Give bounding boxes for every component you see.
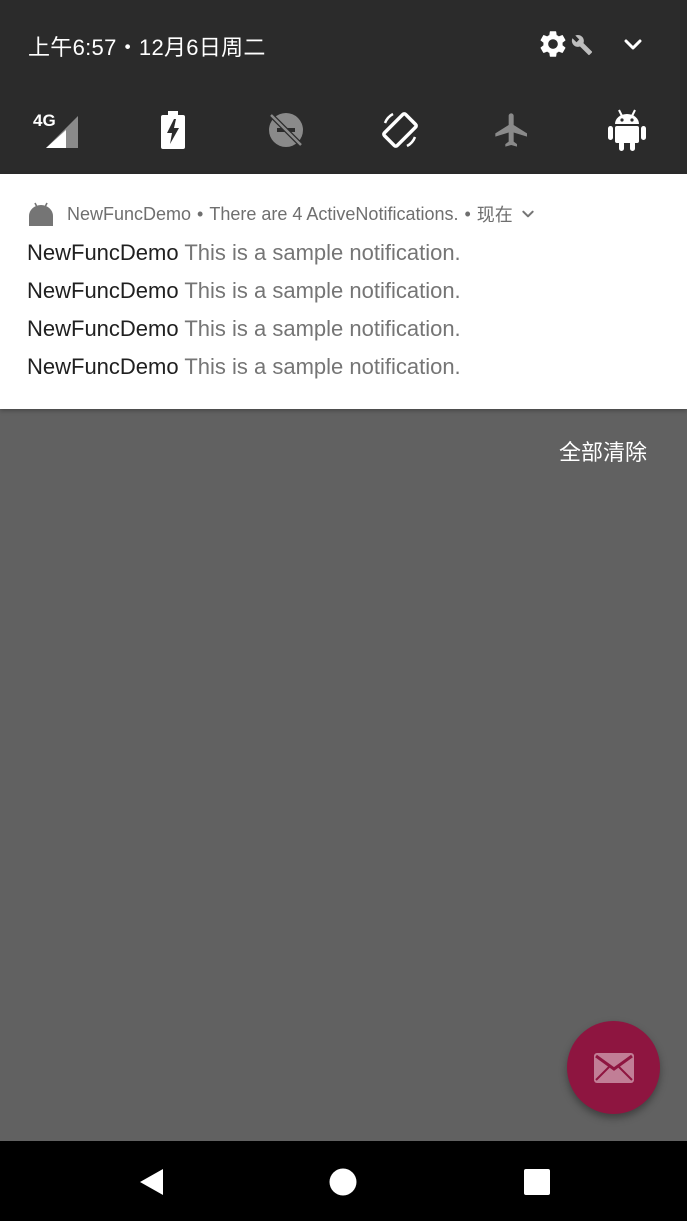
notification-line-title: NewFuncDemo [27, 354, 179, 379]
header-separator: • [464, 203, 471, 224]
settings-button[interactable] [537, 28, 593, 60]
home-circle-icon [329, 1168, 357, 1196]
tile-battery-saver[interactable] [147, 104, 199, 156]
notification-app-name: NewFuncDemo [67, 203, 192, 224]
date-time-text: 上午6:57・12月6日周二 [28, 35, 266, 60]
notification-line-text: This is a sample notification. [184, 316, 461, 341]
qs-header-icons [537, 28, 645, 60]
quick-settings-tiles: 4G [0, 104, 687, 156]
notification-line: NewFuncDemo This is a sample notificatio… [27, 314, 461, 352]
notification-line: NewFuncDemo This is a sample notificatio… [27, 238, 461, 276]
tile-auto-rotate[interactable] [374, 104, 426, 156]
home-button[interactable] [326, 1165, 360, 1199]
notification-line-text: This is a sample notification. [184, 240, 461, 265]
back-triangle-icon [140, 1169, 163, 1195]
notification-line-title: NewFuncDemo [27, 278, 179, 303]
tile-android[interactable] [601, 104, 653, 156]
notification-line-text: This is a sample notification. [184, 354, 461, 379]
tile-airplane-mode[interactable] [486, 104, 538, 156]
notification-line-title: NewFuncDemo [27, 316, 179, 341]
clear-all-button[interactable]: 全部清除 [559, 435, 647, 467]
notification-header: NewFuncDemo • There are 4 ActiveNotifica… [28, 201, 535, 227]
notification-summary: There are 4 ActiveNotifications. [209, 203, 459, 224]
notification-time: 现在 [476, 205, 513, 225]
tile-do-not-disturb[interactable] [260, 104, 312, 156]
recents-square-icon [524, 1169, 550, 1195]
notification-line: NewFuncDemo This is a sample notificatio… [27, 276, 461, 314]
notification-lines: NewFuncDemo This is a sample notificatio… [27, 238, 461, 390]
airplane-icon [495, 113, 527, 147]
notification-line-text: This is a sample notification. [184, 278, 461, 303]
navigation-bar [0, 1141, 687, 1221]
tile-mobile-data[interactable]: 4G [32, 104, 84, 156]
wrench-icon [571, 35, 593, 56]
header-separator: • [197, 203, 204, 224]
gear-icon [540, 31, 566, 57]
signal-4g-icon: 4G [33, 111, 78, 148]
notification-card[interactable]: NewFuncDemo • There are 4 ActiveNotifica… [0, 174, 687, 409]
expand-chevron-icon[interactable] [521, 207, 535, 221]
android-icon [608, 109, 646, 151]
notification-line-title: NewFuncDemo [27, 240, 179, 265]
dnd-off-icon [269, 113, 303, 147]
app-android-icon [29, 202, 53, 226]
mobile-data-label: 4G [33, 111, 56, 130]
quick-settings-panel: 上午6:57・12月6日周二 4G [0, 0, 687, 174]
notification-line: NewFuncDemo This is a sample notificatio… [27, 352, 461, 390]
chevron-down-icon[interactable] [621, 32, 645, 56]
recents-button[interactable] [520, 1165, 554, 1199]
back-button[interactable] [134, 1165, 168, 1199]
battery-charging-icon [161, 111, 185, 149]
rotate-icon [382, 112, 418, 148]
email-fab-button[interactable] [567, 1021, 660, 1114]
mail-icon [593, 1052, 634, 1083]
